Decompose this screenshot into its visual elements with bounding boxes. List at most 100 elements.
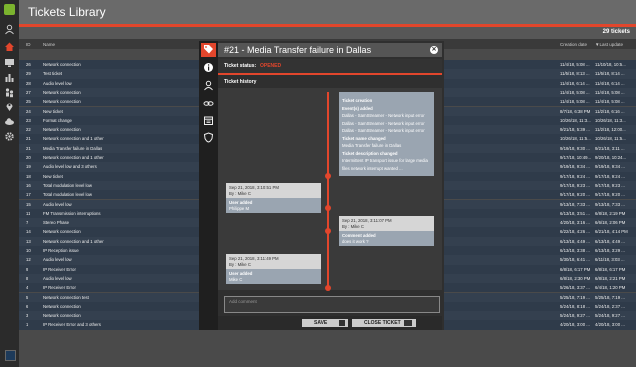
tag-icon[interactable] (201, 43, 216, 57)
cell-creation-date: 5/24/18, 8:18 ... (560, 303, 590, 309)
home-icon[interactable] (4, 41, 15, 52)
cell-id: 25 (26, 99, 31, 105)
cell-last-update: 9/17/18, 9:24 ... (595, 173, 625, 179)
cell-name: Network connection and 1 other (43, 155, 104, 160)
close-icon[interactable]: ✕ (430, 46, 438, 54)
comment-placeholder: Add comment (229, 299, 257, 304)
history-event-detail: Media Transfer failure in Dallas (342, 143, 402, 148)
cell-last-update: 6/6/18, 2:06 PM (595, 220, 626, 226)
cell-creation-date: 5/30/18, 6:41 ... (560, 257, 590, 263)
cloud-icon[interactable] (4, 116, 15, 127)
cell-creation-date: 4/20/18, 3:16 ... (560, 220, 590, 226)
history-event-title: Ticket name changed (342, 135, 386, 141)
cell-name: IP Reception issue (43, 248, 79, 253)
history-entry: Sep 21, 2018, 3:11:07 PM By : Mike C Com… (339, 216, 434, 246)
cell-last-update: 9/17/18, 9:20 ... (595, 192, 625, 198)
cell-name: IP Receiver Error (43, 285, 76, 291)
cell-creation-date: 11/4/18, 5:08 ... (560, 99, 590, 105)
cell-creation-date: 9/19/18, 9:34 ... (560, 164, 590, 170)
cell-last-update: 11/4/18, 6:14 ... (595, 80, 625, 86)
cell-id: 7 (26, 220, 29, 226)
cell-id: 8 (26, 275, 29, 281)
history-event-title: Ticket description changed (342, 150, 398, 156)
timeline-dot (325, 205, 331, 211)
cell-last-update: 9/17/18, 9:23 ... (595, 182, 625, 188)
timeline-dot (325, 285, 331, 291)
cell-last-update: 11/10/18, 10:5... (595, 62, 626, 67)
cell-last-update: 11/4/18, 5:08 ... (595, 99, 625, 105)
history-event-detail: files network interrupt wanted ... (342, 165, 403, 171)
link-icon[interactable] (203, 98, 214, 109)
cell-creation-date: 9/17/18, 10:49... (560, 155, 592, 160)
cell-creation-date: 9/13/18, 7:33 ... (560, 201, 590, 207)
cell-name: Audio level low (43, 201, 72, 207)
cell-name: Network connection (43, 303, 81, 309)
cell-name: Network connection (43, 62, 81, 67)
column-header-creation[interactable]: Creation date (560, 42, 587, 47)
cell-last-update: 9/19/18, 9:34 ... (595, 164, 625, 170)
cell-creation-date: 11/4/18, 6:14 ... (560, 80, 590, 86)
info-icon[interactable] (203, 62, 214, 73)
column-header-id[interactable]: ID (26, 42, 31, 47)
cell-id: 15 (26, 201, 31, 207)
entry-kind: Comment added (342, 233, 376, 238)
header: Tickets Library (19, 0, 636, 24)
cell-name: Network connection (43, 127, 81, 133)
chart-icon[interactable] (4, 72, 15, 83)
column-header-name[interactable]: Name (43, 42, 55, 47)
cell-creation-date: 6/8/18, 6:17 PM (560, 266, 591, 272)
cell-name: Audio level low (43, 257, 72, 263)
cell-name: IP Receiver Error and 3 others (43, 322, 101, 328)
entry-detail: does it work ? (342, 239, 369, 244)
cell-last-update: 5/24/18, 9:27 ... (595, 313, 625, 319)
cell-id: 14 (26, 229, 31, 235)
history-entry: Sep 21, 2018, 3:11:49 PM By : Mike C Use… (226, 254, 321, 284)
people-icon[interactable] (4, 87, 15, 98)
cell-name: Network connection (43, 313, 81, 319)
shield-icon[interactable] (203, 132, 214, 143)
cell-creation-date: 5/24/18, 9:27 ... (560, 313, 590, 319)
cell-creation-date: 5/25/18, 7:19 ... (560, 294, 590, 300)
cell-id: 13 (26, 238, 31, 244)
cell-last-update: 6/13/18, 4:49 ... (595, 238, 625, 244)
cell-last-update: 9/21/18, 3:11 ... (595, 145, 625, 151)
cell-creation-date: 6/8/18, 2:30 PM (560, 275, 591, 281)
location-icon[interactable] (4, 101, 15, 112)
user-icon[interactable] (4, 24, 15, 35)
entry-author: By : Mike C (229, 262, 251, 267)
user-icon[interactable] (203, 80, 214, 91)
save-button[interactable]: SAVE (302, 319, 348, 327)
cell-creation-date: 11/4/18, 5:08 ... (560, 62, 590, 67)
cell-name: Audio level low (43, 275, 72, 281)
cell-name: FM Transmission interruptions (43, 210, 101, 216)
cell-id: 9 (26, 266, 29, 272)
history-event-detail: Dallas - SamStreamer - Network input err… (342, 120, 425, 126)
cell-name: Media Transfer failure in Dallas (43, 145, 103, 151)
cell-creation-date: 9/19/18, 9:30 ... (560, 145, 590, 151)
cell-creation-date: 11/4/18, 5:08 ... (560, 89, 590, 95)
monitor-icon[interactable] (4, 57, 15, 68)
gear-icon[interactable] (4, 131, 15, 142)
cell-id: 6 (26, 303, 29, 309)
accent-bar (218, 73, 442, 75)
column-header-last-update[interactable]: ▼Last update (595, 42, 623, 47)
entry-date: Sep 21, 2018, 3:11:49 PM (229, 256, 279, 261)
cell-id: 16 (26, 182, 31, 188)
cell-id: 17 (26, 192, 31, 198)
cell-last-update: 5/25/18, 7:19 ... (595, 294, 625, 300)
history-event-title: Event(s) added (342, 105, 373, 111)
status-indicator (5, 350, 16, 361)
modal-footer: SAVE CLOSE TICKET (218, 316, 442, 330)
cell-name: Network connection (43, 99, 81, 105)
cell-name: Total modulation level low (43, 182, 92, 188)
cell-last-update: 11/2/18, 12:00... (595, 127, 626, 133)
cell-name: New ticket (43, 173, 63, 179)
cell-last-update: 6/21/18, 4:14 PM (595, 229, 628, 235)
close-ticket-button[interactable]: CLOSE TICKET (352, 319, 416, 327)
calendar-icon[interactable] (203, 115, 214, 126)
comment-input[interactable]: Add comment (224, 296, 440, 313)
status-label: Ticket status: (224, 63, 257, 69)
cell-creation-date: 6/22/18, 4:26 ... (560, 229, 590, 235)
cell-name: Audio level low and 3 others (43, 164, 97, 170)
cell-name: Stereo Phase (43, 220, 70, 226)
